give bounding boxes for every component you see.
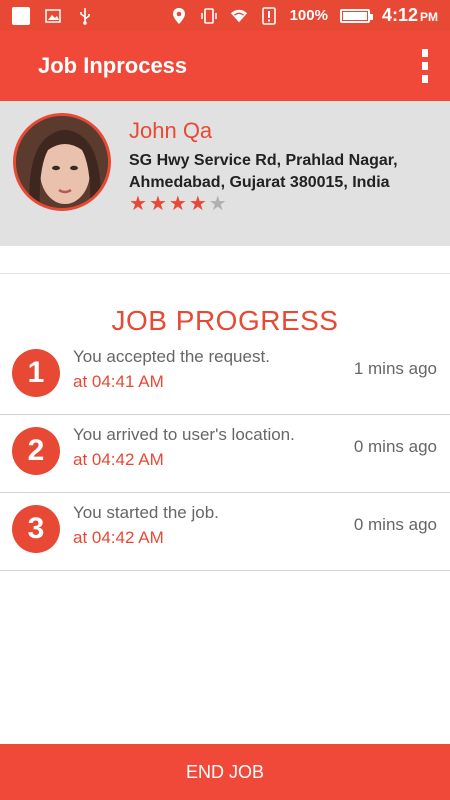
image-icon: [44, 7, 62, 25]
step-number-badge: 2: [12, 427, 60, 475]
wifi-icon: [230, 7, 248, 25]
avatar: [13, 113, 111, 211]
overflow-menu-icon[interactable]: [418, 49, 432, 83]
divider: [0, 273, 450, 274]
step-ago: 0 mins ago: [353, 515, 437, 534]
vibrate-icon: [200, 7, 218, 25]
progress-step: 2 You arrived to user's location. at 04:…: [0, 415, 450, 493]
step-time: at 04:42 AM: [73, 450, 164, 469]
progress-step: 1 You accepted the request. at 04:41 AM …: [0, 337, 450, 415]
clock-time: 4:12 PM: [381, 5, 438, 25]
job-progress-title: JOB PROGRESS: [111, 305, 339, 336]
alert-icon: [260, 6, 278, 25]
step-time: at 04:42 AM: [73, 528, 164, 547]
usb-icon: [76, 7, 94, 25]
step-time: at 04:41 AM: [73, 372, 164, 391]
step-text: You arrived to user's location.: [73, 425, 295, 444]
square-icon: [12, 6, 30, 25]
user-name: John Qa: [129, 118, 213, 143]
star-icon: ★: [129, 193, 147, 215]
step-number-badge: 3: [12, 505, 60, 553]
rating-stars: ★ ★ ★ ★ ★: [129, 194, 227, 214]
progress-step: 3 You started the job. at 04:42 AM 0 min…: [0, 493, 450, 571]
user-address: SG Hwy Service Rd, Prahlad Nagar, Ahmeda…: [129, 152, 398, 191]
step-number-badge: 1: [12, 349, 60, 397]
page-title: Job Inprocess: [38, 53, 188, 78]
star-icon: ★: [168, 193, 187, 215]
end-job-button[interactable]: END JOB: [0, 744, 450, 800]
status-bar: 100% 4:12 PM: [0, 0, 450, 31]
star-icon: ★: [208, 193, 227, 215]
battery-icon: [339, 8, 373, 23]
step-text: You started the job.: [73, 503, 219, 522]
app-bar: Job Inprocess: [0, 31, 450, 101]
zigzag-edge: [0, 232, 450, 242]
step-ago: 1 mins ago: [353, 359, 437, 378]
star-icon: ★: [148, 193, 167, 215]
step-text: You accepted the request.: [73, 347, 270, 366]
battery-percent: 100%: [289, 7, 328, 24]
step-ago: 0 mins ago: [353, 437, 437, 456]
star-icon: ★: [188, 193, 207, 215]
location-icon: [170, 7, 188, 25]
